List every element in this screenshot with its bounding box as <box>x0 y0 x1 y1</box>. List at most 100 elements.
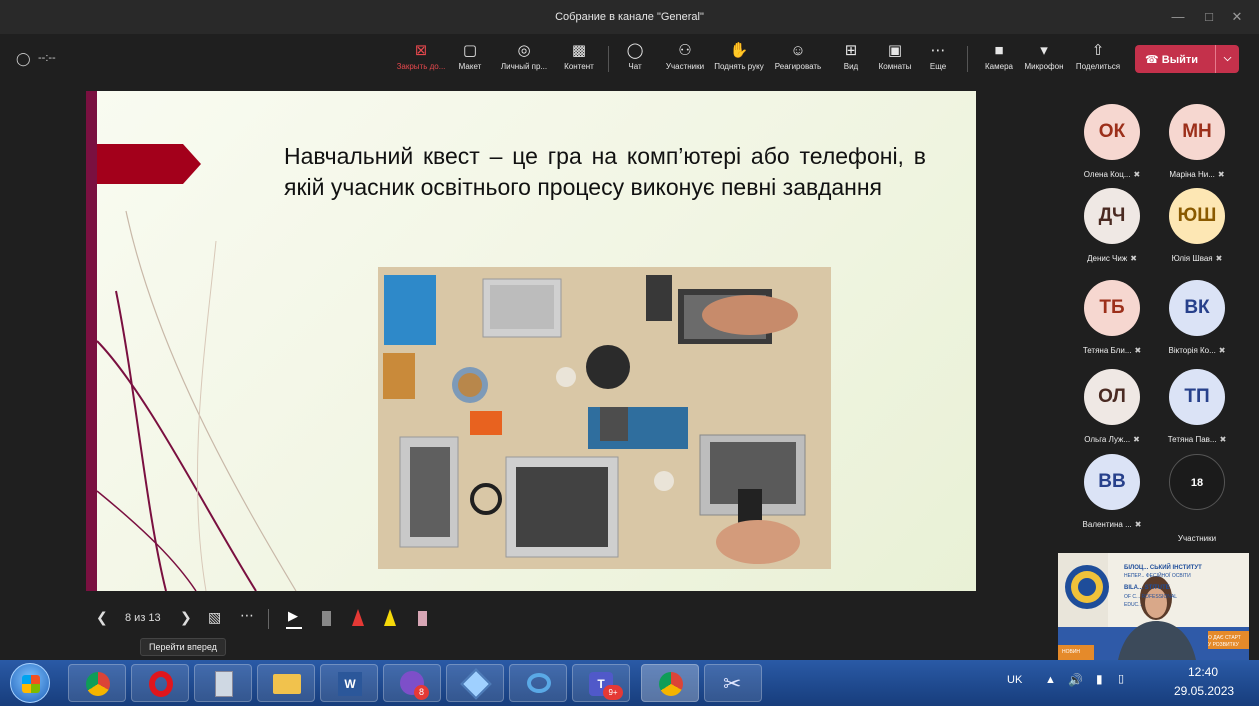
taskbar-app-snipping[interactable]: ✂ <box>704 664 762 702</box>
participant-name: Тетяна Пав... <box>1167 435 1217 444</box>
taskbar-app-chrome[interactable] <box>68 664 126 702</box>
participant-tile[interactable]: ОК Олена Коц... ✖ <box>1070 104 1154 192</box>
windows-logo-icon <box>22 675 40 693</box>
taskbar-app-explorer[interactable] <box>257 664 315 702</box>
participant-name: Денис Чиж <box>1087 254 1128 263</box>
chevron-down-icon[interactable]: ⌵ <box>1215 45 1239 73</box>
taskbar-app-teams[interactable]: T 9+ <box>572 664 630 702</box>
slides-grid-icon[interactable]: ▧ <box>208 609 221 626</box>
toolbar-button-more[interactable]: ⋯ Еще <box>925 40 951 80</box>
mic-muted-icon: ✖ <box>1215 254 1223 263</box>
highlighter-icon[interactable] <box>384 609 396 626</box>
participant-name: Вікторія Ко... <box>1168 346 1216 355</box>
participant-tile[interactable]: ТП Тетяна Пав... ✖ <box>1155 369 1239 457</box>
minimize-icon[interactable]: — <box>1168 7 1188 27</box>
toolbar-button-content[interactable]: ▩ Контент <box>560 40 598 80</box>
participants-count-badge: 18 <box>1169 454 1225 510</box>
rooms-icon: ▣ <box>887 42 903 59</box>
toolbar-button-rooms[interactable]: ▣ Комнаты <box>874 40 916 80</box>
title-bar: Собрание в канале "General" — □ ✕ <box>0 0 1259 34</box>
participant-tile[interactable]: ЮШ Юлія Швая ✖ <box>1155 188 1239 276</box>
slide-photo <box>378 267 831 569</box>
volume-icon[interactable]: 🔊 <box>1068 673 1083 687</box>
layout-icon: ▢ <box>462 42 478 59</box>
meeting-toolbar: ◯ --:-- ⊠ Закрыть до... ▢ Макет ◎ Личный… <box>0 34 1259 84</box>
laser-pen-icon[interactable] <box>322 611 331 626</box>
notification-badge: 8 <box>414 685 429 700</box>
taskbar-app-chrome-active[interactable] <box>641 664 699 702</box>
taskbar-app-tools[interactable] <box>446 664 504 702</box>
desk-photo-image <box>378 267 831 569</box>
slide-text: Навчальний квест – це гра на комп’ютері … <box>284 143 926 200</box>
opera-icon <box>149 671 173 697</box>
toolbar-divider <box>268 609 269 629</box>
clock-time[interactable]: 12:40 <box>1188 665 1218 679</box>
start-button[interactable] <box>10 663 50 703</box>
close-window-icon[interactable]: ✕ <box>1227 7 1247 27</box>
loop-icon <box>527 673 551 693</box>
video-tile[interactable]: БІЛОЦ... СЬКИЙ ІНСТИТУТ НЕПЕР... ФЕСІЙНО… <box>1058 553 1249 660</box>
power-icon[interactable]: ▮ <box>1096 672 1103 686</box>
video-caption-1: БІЛОЦ... СЬКИЙ ІНСТИТУТ <box>1124 565 1202 571</box>
clock-date[interactable]: 29.05.2023 <box>1174 684 1234 698</box>
participant-name: Валентина ... <box>1082 520 1132 529</box>
toolbar-button-view[interactable]: ⊞ Вид <box>838 40 864 80</box>
more-participants-tile[interactable]: 18 Участники <box>1155 454 1239 543</box>
red-pen-icon[interactable] <box>352 609 364 626</box>
eye-icon: ◎ <box>517 42 531 59</box>
tools-icon <box>460 668 492 700</box>
participants-label: Участники <box>1177 534 1217 543</box>
mic-muted-icon: ✖ <box>1133 170 1141 179</box>
toolbar-button-react[interactable]: ☺ Реагировать <box>770 40 826 80</box>
toolbar-button-raise-hand[interactable]: ✋ Поднять руку <box>711 40 767 80</box>
taskbar-app-opera[interactable] <box>131 664 189 702</box>
participant-tile[interactable]: ТБ Тетяна Бли... ✖ <box>1070 280 1154 368</box>
people-icon: ⚇ <box>678 42 692 59</box>
toolbar-button-personal-view[interactable]: ◎ Личный пр... <box>495 40 553 80</box>
calculator-icon <box>215 671 233 697</box>
video-caption-8: НОВИН <box>1062 649 1081 655</box>
taskbar-app-viber[interactable]: 8 <box>383 664 441 702</box>
toolbar-button-layout[interactable]: ▢ Макет <box>454 40 486 80</box>
participant-tile[interactable]: ОЛ Ольга Луж... ✖ <box>1070 369 1154 457</box>
avatar: ДЧ <box>1084 188 1140 244</box>
window-title: Собрание в канале "General" <box>555 11 704 23</box>
avatar: ТП <box>1169 369 1225 425</box>
windows-taskbar: W 8 T 9+ ✂ UK ▲ 🔊 ▮ ▯ 12:40 29.05.2023 <box>0 660 1259 706</box>
next-slide-icon[interactable]: ❯ <box>180 609 192 626</box>
maximize-icon[interactable]: □ <box>1199 7 1219 27</box>
toolbar-button-participants[interactable]: ⚇ Участники <box>661 40 709 80</box>
toolbar-button-share[interactable]: ⇧ Поделиться <box>1071 40 1125 80</box>
mic-muted-icon: ✖ <box>1133 435 1140 444</box>
language-indicator[interactable]: UK <box>1007 674 1022 686</box>
avatar: ЮШ <box>1169 188 1225 244</box>
more-options-icon[interactable]: ⋯ <box>240 607 254 624</box>
notification-badge: 9+ <box>603 685 623 700</box>
mic-muted-icon: ✖ <box>1134 520 1142 529</box>
taskbar-app-word[interactable]: W <box>320 664 378 702</box>
slide-side-bar <box>86 91 97 591</box>
phone-icon: ☎ <box>1145 54 1159 66</box>
tray-expand-icon[interactable]: ▲ <box>1045 674 1056 686</box>
participant-tile[interactable]: ВК Вікторія Ко... ✖ <box>1155 280 1239 368</box>
pointer-tool-icon[interactable]: ▶ <box>288 608 298 624</box>
participant-tile[interactable]: МН Маріна Ни... ✖ <box>1155 104 1239 192</box>
network-icon[interactable]: ▯ <box>1118 672 1124 685</box>
toolbar-button-microphone[interactable]: ▾ Микрофон <box>1019 40 1069 80</box>
leave-button[interactable]: ☎ Выйти ⌵ <box>1135 45 1239 73</box>
toolbar-button-camera[interactable]: ■ Камера <box>981 40 1017 80</box>
toolbar-button-chat[interactable]: ◯ Чат <box>622 40 648 80</box>
participant-tile[interactable]: ВВ Валентина ... ✖ <box>1070 454 1154 542</box>
avatar: ОК <box>1084 104 1140 160</box>
eraser-icon[interactable] <box>418 611 427 626</box>
participant-tile[interactable]: ДЧ Денис Чиж ✖ <box>1070 188 1154 276</box>
mic-muted-icon: ✖ <box>1219 435 1227 444</box>
taskbar-app-search[interactable] <box>509 664 567 702</box>
slide-arrow-tag <box>97 144 201 184</box>
mic-muted-icon: ✖ <box>1218 346 1226 355</box>
toolbar-button-close-content[interactable]: ⊠ Закрыть до... <box>396 40 446 80</box>
previous-slide-icon[interactable]: ❮ <box>96 609 108 626</box>
mic-muted-icon: ✖ <box>1217 170 1225 179</box>
taskbar-app-calculator[interactable] <box>194 664 252 702</box>
mic-icon: ▾ <box>1040 42 1048 59</box>
